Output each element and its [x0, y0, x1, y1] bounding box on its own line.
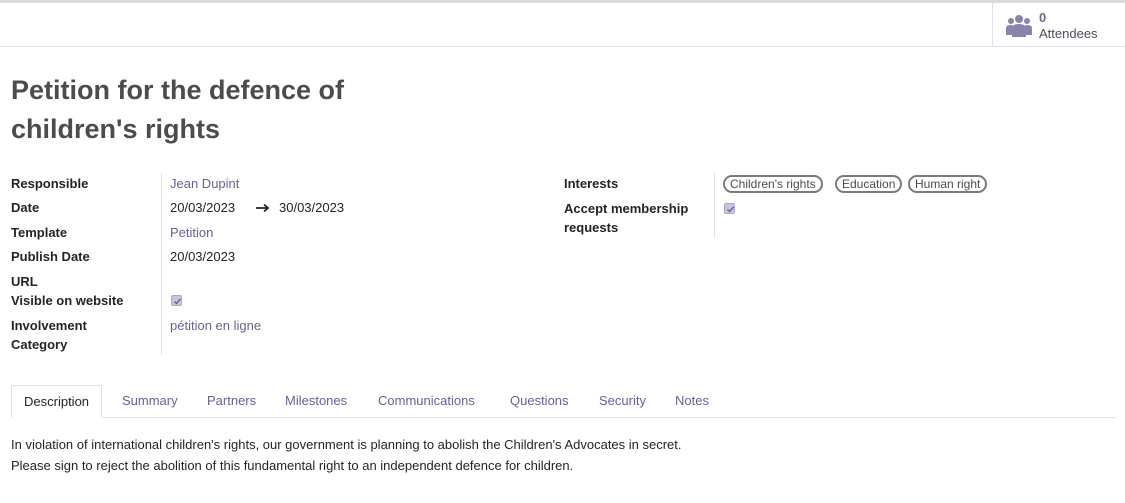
accept-membership-label-line1: Accept membership: [564, 201, 689, 216]
tab-milestones[interactable]: Milestones: [285, 385, 347, 418]
tab-questions[interactable]: Questions: [510, 385, 569, 418]
users-icon: [1006, 15, 1032, 37]
notebook-tabs: Description Summary Partners Milestones …: [11, 385, 1116, 418]
tab-partners[interactable]: Partners: [207, 385, 256, 418]
tab-description[interactable]: Description: [11, 385, 103, 418]
responsible-value[interactable]: Jean Dupint: [170, 174, 239, 193]
button-box: 0 Attendees: [0, 3, 1125, 47]
date-start-value[interactable]: 20/03/2023: [170, 198, 235, 217]
interest-tag[interactable]: Education: [835, 175, 903, 193]
date-end-value[interactable]: 30/03/2023: [279, 198, 344, 217]
interest-tag[interactable]: Human right: [908, 175, 988, 193]
date-label: Date: [11, 200, 40, 215]
template-value[interactable]: Petition: [170, 223, 213, 242]
page-title: Petition for the defence of children's r…: [11, 75, 345, 144]
responsible-label: Responsible: [11, 176, 89, 191]
publish-date-value[interactable]: 20/03/2023: [170, 247, 235, 266]
publish-date-label: Publish Date: [11, 249, 90, 264]
tab-security[interactable]: Security: [599, 385, 646, 418]
check-icon: [727, 206, 735, 213]
tab-communications[interactable]: Communications: [378, 385, 475, 418]
involvement-category-label-line1: Involvement: [11, 318, 87, 333]
visible-on-website-label: Visible on website: [11, 293, 124, 308]
url-label: URL: [11, 274, 38, 289]
right-group-divider: [714, 173, 715, 238]
visible-on-website-checkbox[interactable]: [171, 295, 182, 306]
interest-tag[interactable]: Children's rights: [723, 175, 823, 193]
attendees-stat-button[interactable]: 0 Attendees: [992, 3, 1125, 46]
description-content[interactable]: In violation of international children's…: [11, 434, 682, 476]
attendees-label: Attendees: [1039, 26, 1098, 41]
left-group-divider: [161, 173, 162, 355]
accept-membership-label-line2: requests: [564, 220, 619, 235]
template-label: Template: [11, 225, 68, 240]
attendees-count: 0: [1039, 10, 1047, 25]
accept-membership-checkbox[interactable]: [724, 203, 735, 214]
arrow-right-icon: [256, 203, 270, 213]
description-line: Please sign to reject the abolition of t…: [11, 458, 574, 473]
interests-label: Interests: [564, 176, 619, 191]
tab-notes[interactable]: Notes: [675, 385, 709, 418]
involvement-category-label-line2: Category: [11, 337, 68, 352]
check-icon: [174, 298, 182, 305]
description-line: In violation of international children's…: [11, 437, 682, 452]
involvement-category-value[interactable]: pétition en ligne: [170, 316, 261, 335]
tab-summary[interactable]: Summary: [122, 385, 178, 418]
